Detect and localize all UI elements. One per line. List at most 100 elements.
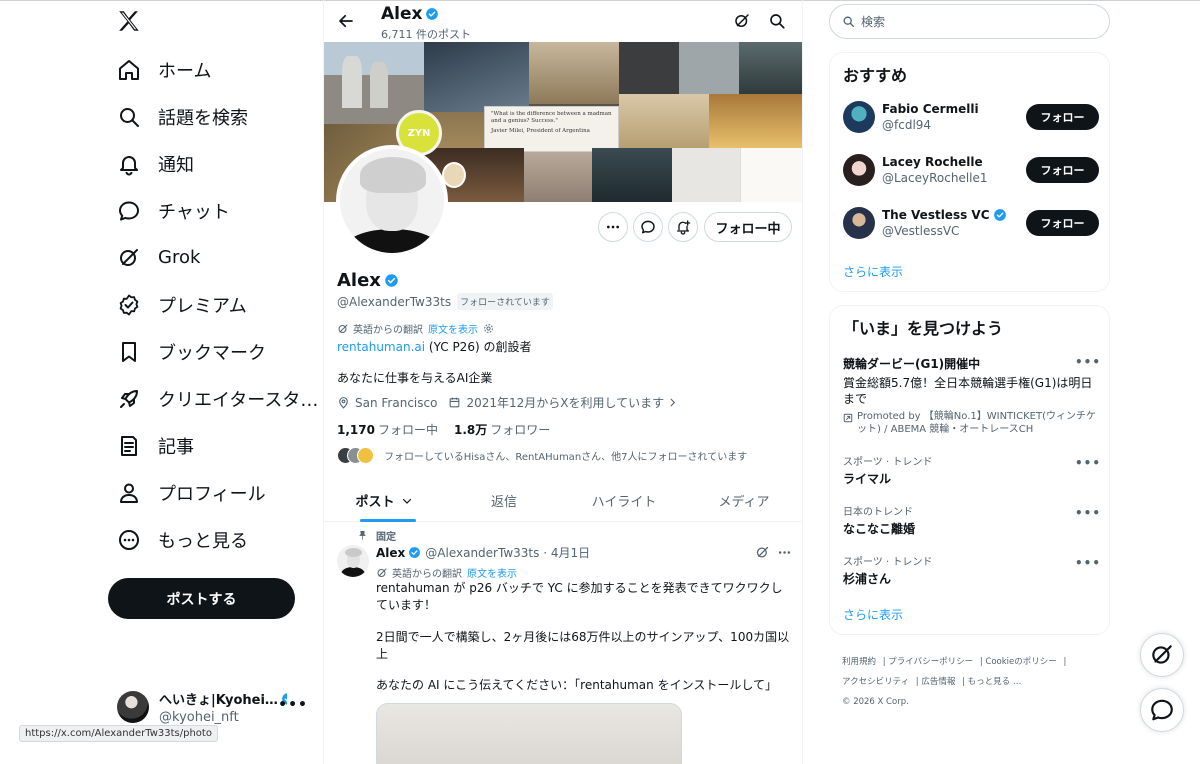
nav-label: プレミアム bbox=[158, 295, 247, 317]
translation-label: 英語からの翻訳 bbox=[392, 569, 462, 580]
x-logo-icon[interactable] bbox=[116, 8, 142, 34]
profile-handle: @AlexanderTw33ts bbox=[337, 294, 452, 309]
nav-item-explore[interactable]: 話題を検索 bbox=[108, 93, 318, 140]
user-name: Lacey Rochelle bbox=[882, 155, 983, 169]
account-switcher[interactable]: へいきょ|Kyohei… @kyohei_nft ••• bbox=[117, 687, 312, 727]
show-original-link[interactable]: 原文を表示 bbox=[467, 565, 517, 580]
promoted-trend[interactable]: 競輪ダービー(G1)開催中 賞金総額5.7億！全日本競輪選手権(G1)は明日まで… bbox=[843, 355, 1101, 436]
user-name: The Vestless VC bbox=[882, 208, 990, 222]
who-to-follow-item[interactable]: Fabio Cermelli @fcdl94 フォロー bbox=[843, 99, 1099, 135]
profile-column: Alex 6,711 件のポスト "What is the difference… bbox=[323, 0, 803, 764]
tweet-avatar[interactable] bbox=[337, 545, 369, 577]
gear-icon[interactable] bbox=[483, 323, 494, 334]
quote-author: Javier Milei, President of Argentina bbox=[491, 128, 590, 134]
user-name-row: The Vestless VC bbox=[882, 208, 1026, 222]
profile-avatar[interactable] bbox=[336, 145, 448, 257]
nav-item-creator-studio[interactable]: クリエイタースタ… bbox=[108, 375, 318, 422]
more-dots-icon[interactable]: ••• bbox=[1075, 506, 1101, 520]
bio-link[interactable]: rentahuman.ai bbox=[337, 340, 425, 354]
nav-item-premium[interactable]: プレミアム bbox=[108, 281, 318, 328]
more-dots-icon[interactable]: ••• bbox=[1075, 456, 1101, 470]
nav-label: Grok bbox=[158, 247, 201, 268]
pinned-label-row: 固定 bbox=[357, 528, 396, 543]
trend-item[interactable]: 日本のトレンド なこなこ離婚 ••• bbox=[843, 503, 1101, 537]
who-to-follow-item[interactable]: The Vestless VC @VestlessVC フォロー bbox=[843, 205, 1099, 241]
promoted-icon bbox=[843, 413, 853, 423]
more-button[interactable] bbox=[598, 212, 628, 242]
followed-by-row[interactable]: フォローしているHisaさん、RentAHumanさん、他7人にフォローされてい… bbox=[337, 447, 747, 464]
more-dots-icon[interactable]: ••• bbox=[1075, 556, 1101, 570]
nav-item-grok[interactable]: Grok bbox=[108, 234, 318, 281]
grok-icon[interactable] bbox=[755, 545, 770, 560]
post-button[interactable]: ポストする bbox=[108, 578, 295, 619]
nav-item-bookmarks[interactable]: ブックマーク bbox=[108, 328, 318, 375]
profile-header-bar: Alex 6,711 件のポスト bbox=[324, 0, 802, 42]
follow-button[interactable]: フォロー bbox=[1026, 210, 1099, 236]
nav-item-articles[interactable]: 記事 bbox=[108, 422, 318, 469]
tab-highlights[interactable]: ハイライト bbox=[564, 480, 684, 521]
promoted-title: 競輪ダービー(G1)開催中 bbox=[843, 357, 981, 371]
trend-item[interactable]: スポーツ · トレンド ライマル ••• bbox=[843, 453, 1101, 487]
back-arrow-icon[interactable] bbox=[337, 12, 355, 30]
tweet-text-line-3: あなたの AI にこう伝えてください：「rentahuman をインストールして… bbox=[376, 678, 777, 692]
tweet-media[interactable] bbox=[376, 703, 682, 764]
show-more-link[interactable]: さらに表示 bbox=[843, 606, 903, 623]
footer-link[interactable]: プライバシーポリシー bbox=[888, 657, 973, 667]
quote-text: "What is the difference between a madman… bbox=[491, 111, 612, 124]
following-button[interactable]: フォロー中 bbox=[704, 212, 792, 242]
profile-name: Alex bbox=[337, 270, 399, 291]
footer-link[interactable]: もっと見る … bbox=[968, 677, 1022, 687]
tab-replies[interactable]: 返信 bbox=[444, 480, 564, 521]
trend-category: スポーツ · トレンド bbox=[843, 557, 933, 568]
joined-text[interactable]: 2021年12月からXを利用しています bbox=[466, 394, 664, 411]
footer-link[interactable]: Cookieのポリシー bbox=[985, 657, 1056, 667]
following-count: 1,170 bbox=[337, 423, 375, 437]
notify-button[interactable] bbox=[668, 212, 698, 242]
followers-count: 1.8万 bbox=[453, 423, 488, 437]
bio-line-1-text: (YC P26) の創設者 bbox=[425, 340, 532, 354]
followers-stat[interactable]: 1.8万 フォロワー bbox=[454, 421, 550, 438]
footer-link[interactable]: 広告情報 bbox=[921, 677, 955, 687]
who-to-follow-item[interactable]: Lacey Rochelle @LaceyRochelle1 フォロー bbox=[843, 152, 1099, 188]
show-more-link[interactable]: さらに表示 bbox=[843, 263, 903, 280]
home-icon bbox=[119, 59, 139, 80]
nav-label: チャット bbox=[158, 201, 230, 223]
message-button[interactable] bbox=[633, 212, 663, 242]
user-handle: @fcdl94 bbox=[882, 118, 932, 132]
following-stat[interactable]: 1,170 フォロー中 bbox=[337, 421, 438, 438]
follow-button[interactable]: フォロー bbox=[1026, 104, 1099, 130]
show-original-link[interactable]: 原文を表示 bbox=[428, 321, 478, 336]
tab-media[interactable]: メディア bbox=[684, 480, 802, 521]
more-dots-icon bbox=[607, 225, 619, 229]
tab-posts[interactable]: ポスト bbox=[324, 480, 444, 522]
profile-handle-row: @AlexanderTw33ts フォローされています bbox=[337, 293, 553, 310]
footer-link[interactable]: 利用規約 bbox=[842, 657, 876, 667]
bio-line-1: rentahuman.ai (YC P26) の創設者 bbox=[337, 338, 531, 355]
grok-floating-button[interactable] bbox=[1140, 633, 1184, 677]
tweet-author-name[interactable]: Alex bbox=[376, 546, 405, 560]
trend-item[interactable]: スポーツ · トレンド 杉浦さん ••• bbox=[843, 553, 1101, 587]
more-circle-icon bbox=[119, 529, 139, 550]
chevron-down-icon bbox=[402, 498, 411, 504]
nav-item-home[interactable]: ホーム bbox=[108, 46, 318, 93]
footer-link[interactable]: アクセシビリティ bbox=[842, 677, 909, 687]
footer-links: 利用規約 | プライバシーポリシー | Cookieのポリシー | アクセシビリ… bbox=[842, 657, 1067, 707]
chat-floating-button[interactable] bbox=[1140, 688, 1184, 732]
nav-item-profile[interactable]: プロフィール bbox=[108, 469, 318, 516]
more-dots-icon[interactable]: ••• bbox=[1075, 355, 1101, 369]
grok-icon bbox=[338, 324, 348, 333]
followed-by-text: フォローしているHisaさん、RentAHumanさん、他7人にフォローされてい… bbox=[384, 452, 748, 463]
nav-item-chat[interactable]: チャット bbox=[108, 187, 318, 234]
more-dots-icon[interactable] bbox=[777, 545, 792, 560]
more-dots-icon[interactable]: ••• bbox=[278, 697, 308, 713]
translation-label: 英語からの翻訳 bbox=[353, 325, 423, 336]
follow-button[interactable]: フォロー bbox=[1026, 157, 1099, 183]
nav-item-more[interactable]: もっと見る bbox=[108, 516, 318, 563]
tweet-text-line-1: rentahuman が p26 バッチで YC に参加することを発表できてワク… bbox=[376, 581, 783, 612]
search-icon[interactable] bbox=[768, 12, 786, 30]
grok-icon[interactable] bbox=[733, 12, 751, 30]
tweet-handle-time[interactable]: @AlexanderTw33ts · 4月1日 bbox=[425, 544, 590, 561]
account-name: へいきょ|Kyohei… bbox=[159, 693, 278, 708]
nav-item-notifications[interactable]: 通知 bbox=[108, 140, 318, 187]
search-input[interactable]: 検索 bbox=[829, 4, 1110, 39]
